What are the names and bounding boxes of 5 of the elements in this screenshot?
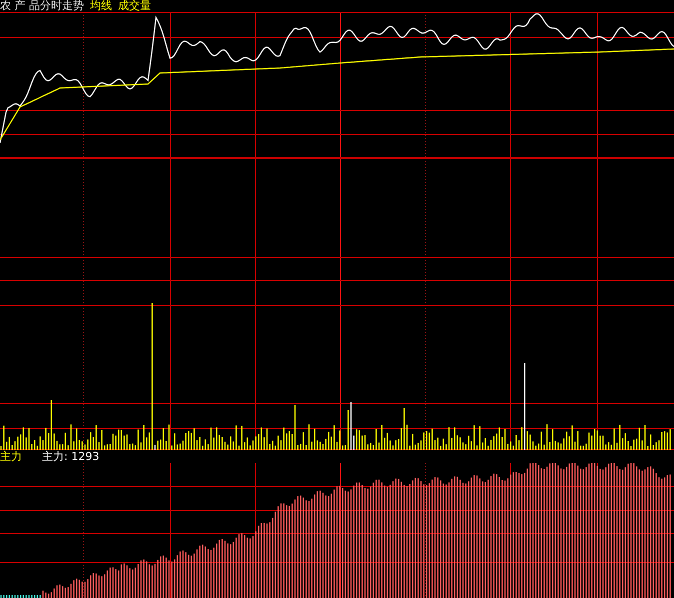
indicator-reading: 主力: 1293: [42, 450, 100, 463]
legend-label: 均线: [90, 0, 112, 12]
legend-label: 成交量: [118, 0, 151, 12]
indicator-label: 主力: [0, 450, 23, 463]
chart-title: 农 产 品分时走势: [0, 0, 84, 12]
